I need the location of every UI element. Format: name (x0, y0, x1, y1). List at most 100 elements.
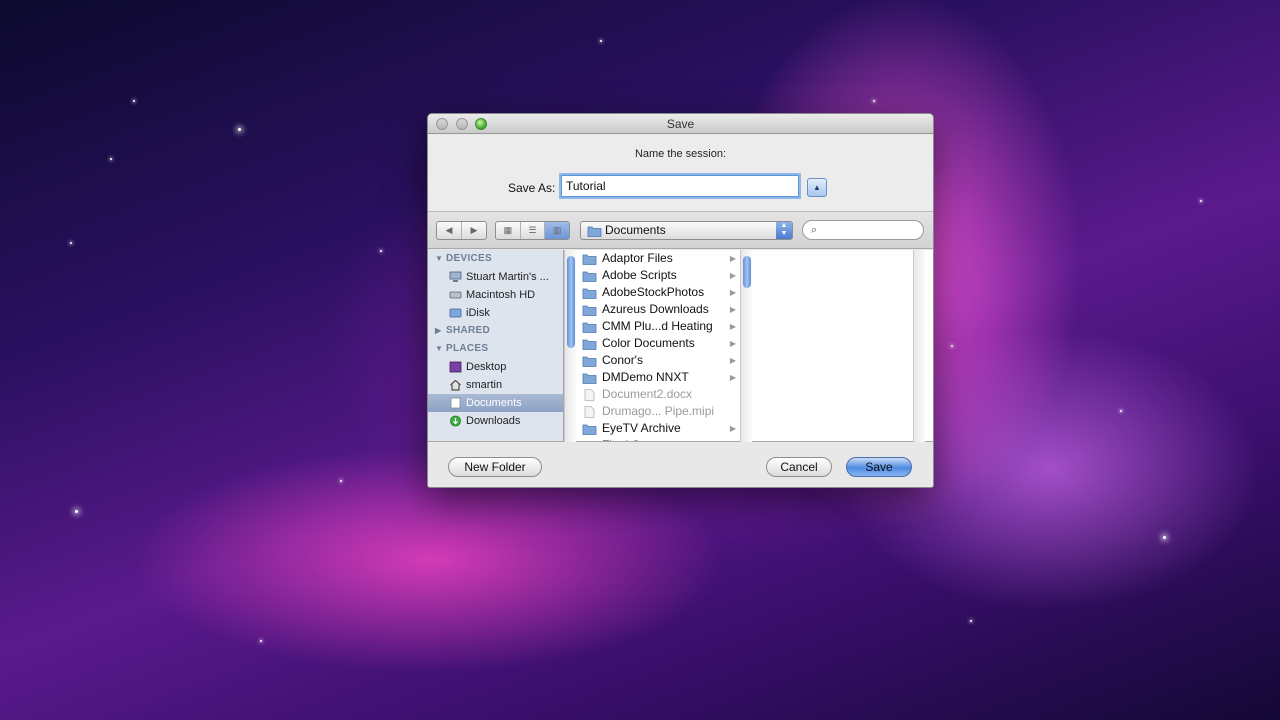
button-bar: New Folder Cancel Save (428, 443, 933, 487)
name-panel: Name the session: Save As: ▲ (428, 135, 933, 211)
idisk-icon (449, 308, 462, 318)
location-popup-label: Documents (605, 223, 666, 237)
disclosure-right-icon: ▶ (729, 424, 736, 433)
file-row[interactable]: Adobe Scripts ▶ (575, 267, 740, 284)
expand-dialog-button[interactable]: ▲ (807, 178, 827, 197)
dialog-title: Save (666, 117, 695, 131)
triangle-up-icon: ▲ (813, 183, 821, 192)
column-view-icon: ▥ (552, 225, 562, 235)
file-browser: ▼ DEVICES Stuart Martin's ... Macintosh … (428, 250, 933, 442)
location-popup[interactable]: Documents ▲ ▼ (580, 221, 793, 240)
sidebar-item-downloads[interactable]: Downloads (428, 412, 563, 430)
disclosure-right-icon: ▶ (729, 356, 736, 365)
column-scrollbar[interactable] (740, 250, 752, 442)
file-name: Color Documents (602, 336, 695, 350)
back-button[interactable]: ◀ (437, 222, 462, 239)
file-row[interactable]: Color Documents ▶ (575, 335, 740, 352)
disclosure-right-icon: ▶ (435, 326, 442, 335)
sidebar-item-documents[interactable]: Documents (428, 394, 563, 412)
desktop-icon (449, 361, 462, 373)
file-name: Drumago... Pipe.mipi (602, 404, 715, 418)
downloads-icon (450, 415, 461, 427)
file-name: EyeTV Archive (602, 421, 681, 435)
sidebar: ▼ DEVICES Stuart Martin's ... Macintosh … (428, 250, 564, 441)
close-button[interactable] (436, 118, 448, 130)
file-name: Document2.docx (602, 387, 693, 401)
sidebar-scroll-thumb[interactable] (567, 256, 575, 348)
file-name: CMM Plu...d Heating (602, 319, 713, 333)
title-bar[interactable]: Save (428, 114, 933, 134)
disclosure-right-icon: ▶ (730, 437, 736, 441)
folder-icon (582, 440, 597, 441)
disclosure-right-icon: ▶ (729, 305, 736, 314)
icon-view-button[interactable]: ▦ (496, 222, 521, 239)
minimize-button[interactable] (456, 118, 468, 130)
sidebar-item-idisk[interactable]: iDisk (428, 304, 563, 322)
file-row[interactable]: Document2.docx (575, 386, 740, 403)
folder-icon (582, 424, 597, 435)
cancel-button[interactable]: Cancel (766, 457, 832, 477)
save-button[interactable]: Save (846, 457, 912, 477)
zoom-button[interactable] (475, 118, 487, 130)
hard-drive-icon (449, 291, 462, 299)
sidebar-section-shared[interactable]: ▶ SHARED (428, 322, 563, 340)
file-name: Final Cut ...ocuments (602, 438, 715, 441)
file-row[interactable]: DMDemo NNXT ▶ (575, 369, 740, 386)
sidebar-section-places[interactable]: ▼ PLACES (428, 340, 563, 358)
file-row[interactable]: Azureus Downloads ▶ (575, 301, 740, 318)
sidebar-item-macintosh-hd[interactable]: Macintosh HD (428, 286, 563, 304)
folder-icon (582, 305, 597, 316)
file-name: DMDemo NNXT (602, 370, 689, 384)
folder-icon (582, 271, 597, 282)
browser-toolbar: ◀ ▶ ▦ ☰ ▥ Documents ▲ ▼ ⌕ (428, 211, 933, 249)
folder-icon (582, 288, 597, 299)
forward-arrow-icon: ▶ (470, 225, 478, 235)
folder-icon (582, 373, 597, 384)
folder-icon (582, 322, 597, 333)
document-icon (584, 406, 595, 418)
file-row[interactable]: Drumago... Pipe.mipi (575, 403, 740, 420)
file-column: Adaptor Files ▶ Adobe Scripts ▶ AdobeStockPh… (575, 250, 740, 441)
file-row[interactable]: Adaptor Files ▶ (575, 250, 740, 267)
search-field[interactable]: ⌕ (802, 220, 924, 240)
save-dialog: Save Name the session: Save As: ▲ ◀ ▶ ▦ … (427, 113, 934, 488)
computer-icon (449, 271, 462, 282)
empty-column (753, 250, 913, 441)
file-name: Azureus Downloads (602, 302, 709, 316)
disclosure-right-icon: ▶ (729, 373, 736, 382)
home-icon (450, 379, 461, 391)
sidebar-section-devices[interactable]: ▼ DEVICES (428, 250, 563, 268)
disclosure-right-icon: ▶ (729, 322, 736, 331)
file-name: Conor's (602, 353, 643, 367)
disclosure-right-icon: ▶ (729, 288, 736, 297)
sidebar-item-smartin[interactable]: smartin (428, 376, 563, 394)
column-view-button[interactable]: ▥ (545, 222, 570, 239)
column-scroll-thumb[interactable] (743, 256, 751, 288)
file-name: AdobeStockPhotos (602, 285, 705, 299)
save-as-label: Save As: (508, 181, 556, 195)
save-as-field[interactable] (561, 175, 799, 197)
list-view-button[interactable]: ☰ (521, 222, 546, 239)
right-scrollbar[interactable] (913, 250, 925, 442)
folder-icon (582, 254, 597, 265)
file-row[interactable]: AdobeStockPhotos ▶ (575, 284, 740, 301)
popup-stepper-icon: ▲ ▼ (776, 222, 792, 239)
file-name: Adaptor Files (602, 251, 673, 265)
folder-icon (587, 226, 602, 237)
new-folder-button[interactable]: New Folder (448, 457, 542, 477)
forward-button[interactable]: ▶ (462, 222, 486, 239)
sidebar-item-computer[interactable]: Stuart Martin's ... (428, 268, 563, 286)
sidebar-item-desktop[interactable]: Desktop (428, 358, 563, 376)
disclosure-right-icon: ▶ (729, 339, 736, 348)
file-row[interactable]: CMM Plu...d Heating ▶ (575, 318, 740, 335)
file-row[interactable]: Final Cut ...ocuments ▶ (575, 437, 740, 441)
documents-icon (450, 397, 461, 409)
folder-icon (582, 356, 597, 367)
file-row[interactable]: EyeTV Archive ▶ (575, 420, 740, 437)
disclosure-down-icon: ▼ (435, 254, 444, 263)
file-row[interactable]: Conor's ▶ (575, 352, 740, 369)
icon-view-icon: ▦ (503, 225, 513, 235)
search-icon: ⌕ (811, 224, 818, 236)
disclosure-right-icon: ▶ (729, 271, 736, 280)
disclosure-down-icon: ▼ (435, 344, 444, 353)
